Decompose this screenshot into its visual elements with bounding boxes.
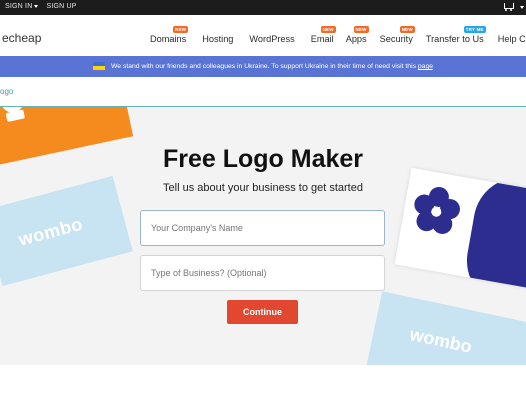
nav-item-help-cente[interactable]: Help Cente [498, 28, 526, 44]
nav-item-label: Security [379, 33, 413, 44]
nav-item-label: WordPress [249, 33, 295, 44]
nav-item-label: Email [310, 33, 334, 44]
main-nav: echeap Domains NEW Hosting WordPress Email NE… [0, 15, 526, 56]
sign-in-label: SIGN IN [5, 3, 33, 10]
company-name-input[interactable] [140, 210, 385, 246]
ukraine-banner: We stand with our friends and colleagues… [0, 56, 526, 77]
sign-in-link[interactable]: SIGN IN [5, 3, 39, 10]
top-utility-bar: SIGN IN SIGN UP [0, 0, 526, 15]
nav-item-hosting[interactable]: Hosting [202, 28, 233, 44]
nav-item-label: Hosting [202, 33, 234, 44]
wombo-logo-card: wombo [365, 291, 526, 365]
logo-maker-hero: wombo wombo Free Logo Maker Tell us abou… [0, 107, 526, 365]
nav-item-email[interactable]: Email NEW [310, 25, 336, 44]
nav-items: Domains NEW Hosting WordPress Email NEW Apps NE… [150, 15, 526, 56]
cart-icon[interactable] [503, 2, 515, 12]
nav-item-security[interactable]: Security NEW [379, 25, 415, 44]
ukraine-flag-icon [92, 62, 105, 71]
sign-up-link[interactable]: SIGN UP [46, 3, 76, 10]
chevron-down-icon[interactable] [520, 5, 524, 9]
page-title: Free Logo Maker [162, 145, 364, 173]
nav-item-transfer-to-us[interactable]: Transfer to Us TRY ME [425, 25, 486, 44]
breadcrumb: ogo [0, 77, 526, 107]
banner-text: We stand with our friends and colleagues… [110, 63, 418, 70]
chevron-down-icon [34, 4, 39, 8]
brand-logo[interactable]: echeap [2, 31, 41, 45]
nav-item-wordpress[interactable]: WordPress [249, 28, 294, 44]
banner-page-link[interactable]: page [418, 63, 433, 70]
nav-item-domains[interactable]: Domains NEW [150, 25, 189, 44]
new-badge: NEW [353, 25, 369, 33]
nav-item-label: Domains [150, 33, 187, 44]
new-badge: NEW [173, 25, 189, 33]
nav-item-apps[interactable]: Apps NEW [345, 25, 369, 44]
new-badge: TRY ME [463, 25, 486, 33]
nav-item-label: Help Cente [497, 33, 526, 44]
continue-button[interactable]: Continue [227, 300, 298, 324]
astronaut-helmet-icon [1, 107, 25, 122]
wombo-logo-text: wombo [16, 213, 85, 250]
new-badge: NEW [320, 25, 336, 33]
wombo-logo-text: wombo [407, 324, 474, 357]
new-badge: NEW [399, 25, 415, 33]
page-subtitle: Tell us about your business to get start… [163, 182, 363, 194]
nav-item-label: Apps [345, 33, 367, 44]
business-type-input[interactable] [140, 255, 385, 291]
nav-item-label: Transfer to Us [425, 33, 484, 44]
breadcrumb-item[interactable]: ogo [0, 87, 13, 96]
